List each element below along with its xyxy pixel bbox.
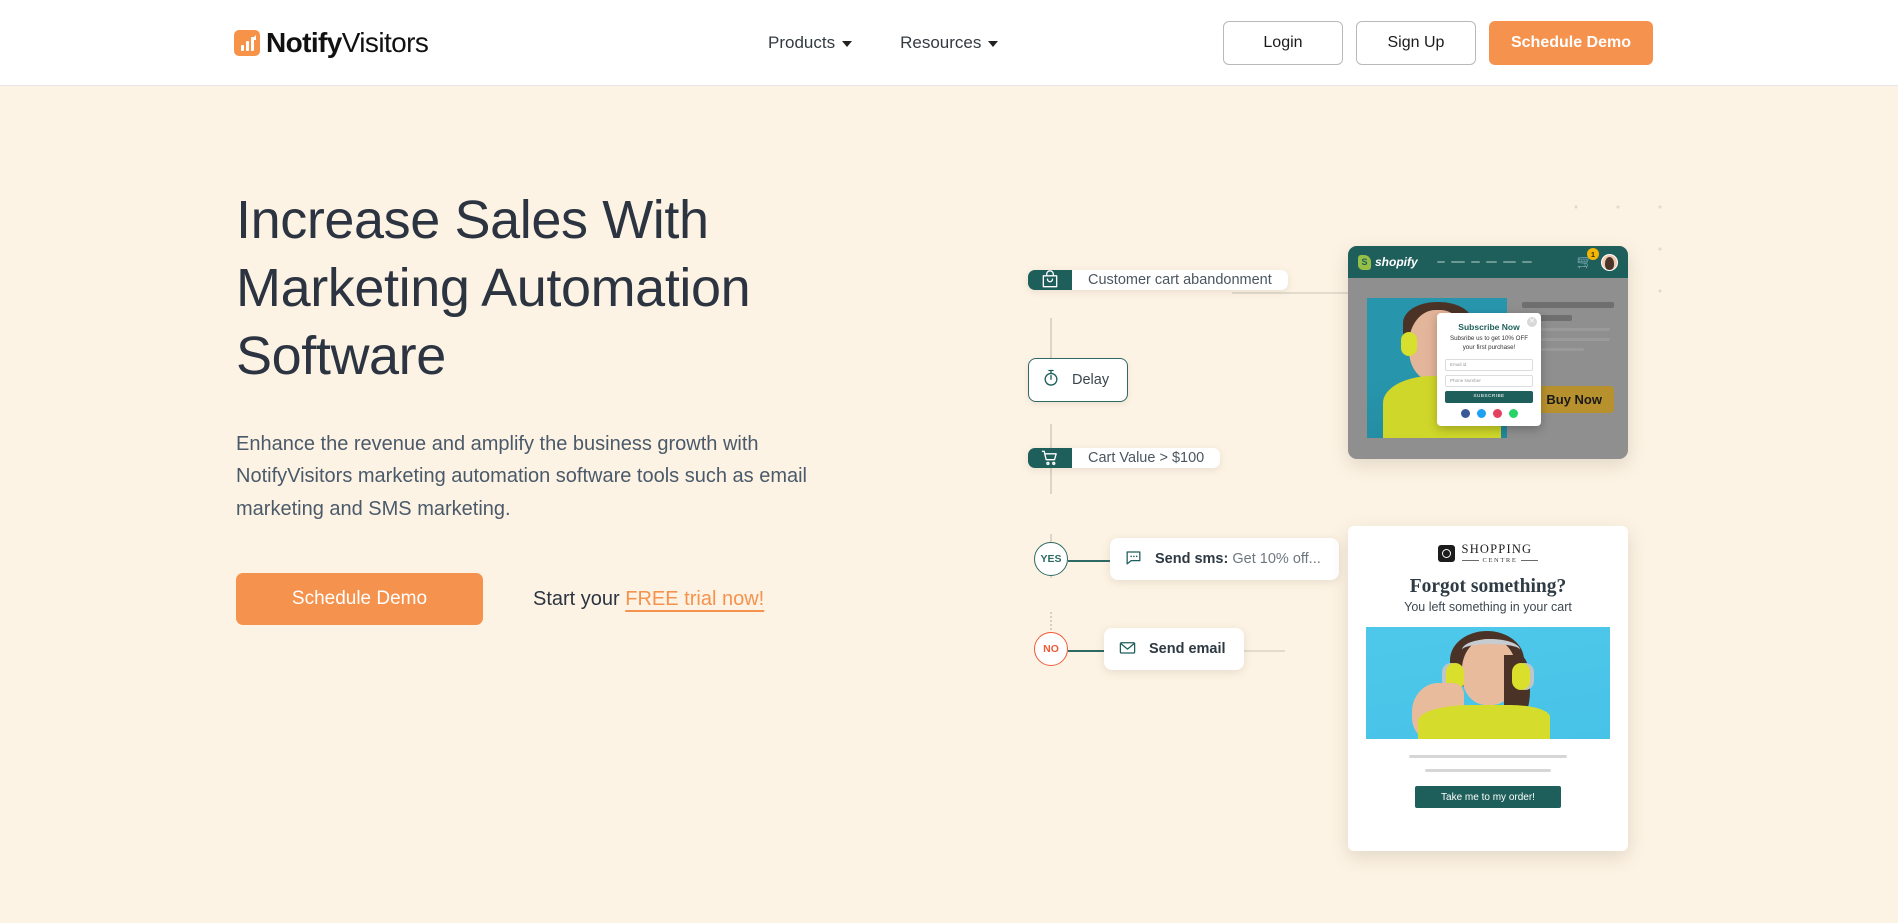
subscribe-popup: ✕ Subscribe Now Subsribe us to get 10% O…	[1437, 313, 1541, 426]
shopping-centre-logo-icon	[1437, 544, 1455, 562]
shopping-cart-icon	[1028, 448, 1072, 468]
chat-bubble-icon	[1124, 548, 1143, 571]
social-icons	[1445, 408, 1533, 418]
flow-node-label: Delay	[1072, 372, 1110, 388]
twitter-icon[interactable]	[1476, 408, 1486, 418]
login-button[interactable]: Login	[1222, 20, 1343, 65]
shopify-page-body: Buy Now ✕ Subscribe Now Subsribe us to g…	[1348, 278, 1628, 459]
branch-badge-no[interactable]: NO	[1034, 632, 1068, 666]
shopping-bag-icon	[1028, 270, 1072, 290]
flow-node-label: Send email	[1149, 641, 1226, 657]
main-nav: Products Resources	[768, 32, 999, 53]
cart-count-badge: 1	[1587, 248, 1599, 260]
shopify-brand-label: shopify	[1375, 255, 1418, 269]
flow-node-delay[interactable]: Delay	[1028, 358, 1129, 402]
nav-placeholder-dashes	[1436, 261, 1532, 263]
email-brand-text: SHOPPING CENTRE	[1462, 542, 1539, 564]
signup-button[interactable]: Sign Up	[1355, 20, 1476, 65]
chevron-down-icon	[842, 41, 853, 47]
abandoned-cart-email-mockup: SHOPPING CENTRE Forgot something? You le…	[1348, 526, 1628, 851]
envelope-icon	[1118, 638, 1137, 661]
avatar	[1601, 253, 1618, 271]
nav-item-products-label: Products	[768, 32, 836, 52]
branch-badge-yes[interactable]: YES	[1034, 542, 1068, 576]
logo-text-bold: Notify	[266, 26, 342, 58]
take-me-to-my-order-button[interactable]: Take me to my order!	[1415, 786, 1561, 808]
free-trial-prefix: Start your	[533, 587, 626, 610]
automation-flow-diagram: Customer cart abandonment Delay Cart Val…	[1020, 236, 1360, 796]
chevron-down-icon	[988, 41, 999, 47]
logo-text: NotifyVisitors	[266, 26, 429, 59]
chart-logo-icon	[234, 29, 260, 56]
nav-item-products[interactable]: Products	[768, 32, 853, 53]
email-subtitle: You left something in your cart	[1404, 600, 1572, 614]
flow-node-label: Cart Value > $100	[1088, 450, 1205, 466]
site-header: NotifyVisitors Products Resources Login …	[0, 0, 1898, 86]
flow-node-label-rest: Get 10% off...	[1228, 551, 1321, 567]
logo-text-normal: Visitors	[341, 26, 429, 58]
flow-node-label: Send sms: Get 10% off...	[1155, 551, 1321, 567]
email-title: Forgot something?	[1409, 576, 1567, 597]
email-field[interactable]: Email id	[1445, 358, 1533, 371]
close-icon[interactable]: ✕	[1527, 317, 1537, 327]
shopify-leaf-icon: S	[1358, 254, 1371, 270]
flow-node-label-bold: Send sms:	[1155, 551, 1229, 567]
free-trial-link[interactable]: FREE trial now!	[625, 588, 764, 610]
logo[interactable]: NotifyVisitors	[234, 26, 429, 59]
instagram-icon[interactable]	[1492, 408, 1502, 418]
nav-item-resources[interactable]: Resources	[900, 32, 999, 53]
hero-subcopy: Enhance the revenue and amplify the busi…	[236, 433, 807, 520]
email-text-placeholder	[1409, 755, 1567, 758]
page-title: Increase Sales With Marketing Automation…	[236, 190, 751, 387]
facebook-icon[interactable]	[1460, 408, 1470, 418]
flow-node-cart-abandonment[interactable]: Customer cart abandonment	[1028, 270, 1288, 290]
phone-field[interactable]: Phone Number	[1445, 374, 1533, 387]
flow-node-cart-value[interactable]: Cart Value > $100	[1028, 448, 1221, 468]
nav-item-resources-label: Resources	[900, 32, 982, 52]
email-brand-name: SHOPPING	[1461, 542, 1533, 556]
shopify-browser-mockup: S shopify 🛒 1 Buy Now ✕ Subscribe Now Su…	[1348, 246, 1628, 459]
cart-icon[interactable]: 🛒 1	[1577, 248, 1599, 270]
shopify-topbar: S shopify 🛒 1	[1348, 246, 1628, 278]
email-brand-sub: CENTRE	[1462, 557, 1539, 564]
email-brand-logo: SHOPPING CENTRE	[1366, 542, 1610, 564]
popup-subtitle: Subsribe us to get 10% OFF your first pu…	[1449, 335, 1529, 351]
whatsapp-icon[interactable]	[1508, 408, 1518, 418]
free-trial-text: Start your FREE trial now!	[533, 588, 764, 611]
flow-node-label: Customer cart abandonment	[1088, 272, 1272, 288]
stopwatch-icon	[1041, 368, 1061, 392]
hero-cta-row: Schedule Demo Start your FREE trial now!	[236, 573, 896, 626]
subscribe-button[interactable]: SUBSCRIBE	[1445, 390, 1533, 403]
flow-connector	[1068, 560, 1116, 562]
schedule-demo-button-header[interactable]: Schedule Demo	[1488, 20, 1653, 65]
flow-node-send-email[interactable]: Send email	[1104, 628, 1244, 670]
hero-copy: Increase Sales With Marketing Automation…	[236, 186, 896, 626]
schedule-demo-button-hero[interactable]: Schedule Demo	[236, 573, 483, 626]
email-product-photo	[1366, 627, 1610, 739]
flow-node-send-sms[interactable]: Send sms: Get 10% off...	[1110, 538, 1339, 580]
shopify-logo: S shopify	[1358, 254, 1418, 270]
popup-title: Subscribe Now	[1458, 322, 1520, 332]
email-text-placeholder	[1425, 769, 1551, 772]
hero-section: Increase Sales With Marketing Automation…	[0, 86, 1898, 923]
header-actions: Login Sign Up Schedule Demo	[1222, 20, 1653, 65]
shopify-cart-area: 🛒 1	[1577, 248, 1618, 271]
flow-node-label-bold: Send email	[1149, 641, 1226, 657]
flow-connector	[1232, 292, 1348, 294]
buy-now-button[interactable]: Buy Now	[1534, 386, 1614, 413]
